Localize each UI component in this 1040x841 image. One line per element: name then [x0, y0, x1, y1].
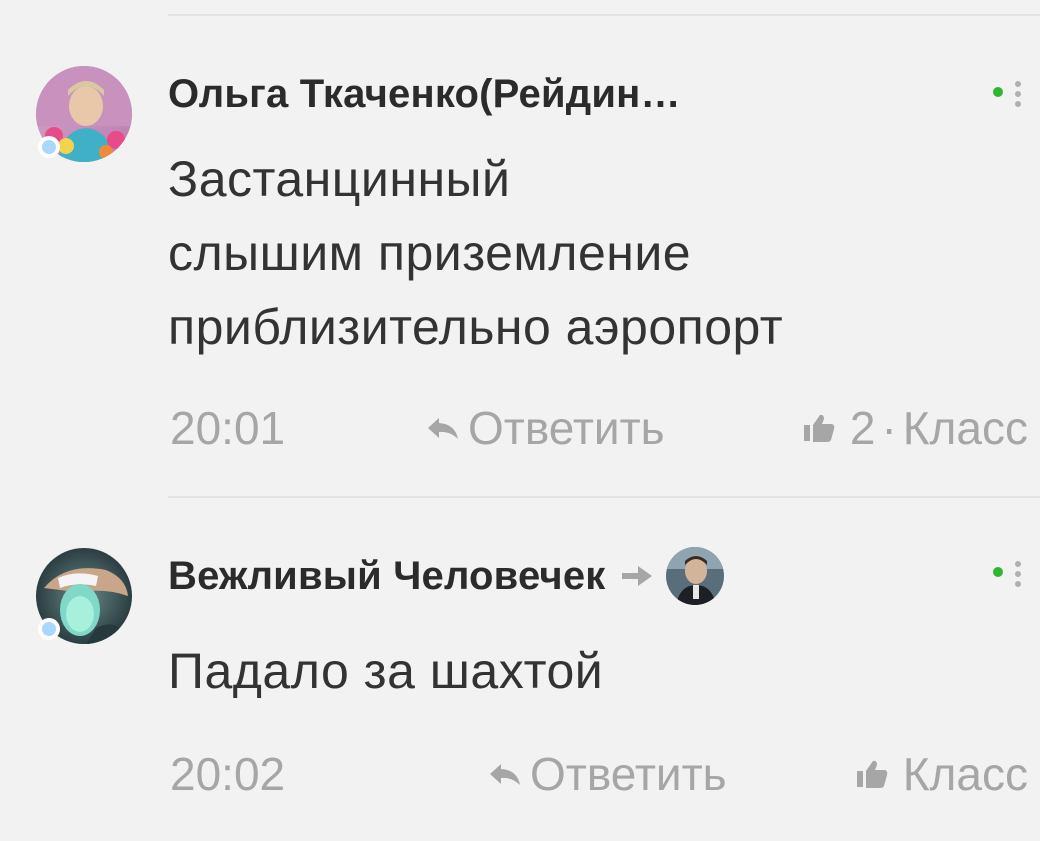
comment-text: Застанцинный слышим приземление приблизи… — [168, 142, 783, 364]
more-vertical-icon — [993, 561, 1021, 587]
comment-text-line: слышим приземление — [168, 225, 692, 281]
comment-menu-button[interactable] — [988, 76, 1028, 116]
divider-top — [168, 14, 1040, 16]
reply-label: Ответить — [530, 748, 727, 800]
comment-text-line: Падало за шахтой — [168, 643, 604, 699]
author-row: Вежливый Человечек — [168, 546, 724, 606]
comment-meta: 20:02 Ответить Класс — [168, 744, 1028, 804]
comment-menu-button[interactable] — [988, 556, 1028, 596]
more-vertical-icon — [993, 81, 1021, 107]
thumbs-up-icon — [856, 760, 888, 788]
comment-text-line: Застанцинный — [168, 151, 511, 207]
reply-button[interactable]: Ответить — [488, 744, 727, 804]
reply-arrow-icon — [490, 764, 520, 785]
comment-time: 20:01 — [170, 402, 286, 454]
like-label: Класс — [902, 402, 1028, 454]
reply-to-avatar[interactable] — [665, 547, 724, 605]
like-label: Класс — [902, 748, 1028, 800]
author-row: Ольга Ткаченко(Рейдин… — [168, 64, 681, 124]
comment-meta: 20:01 Ответить 2 · Класс — [168, 398, 1028, 458]
reply-label: Ответить — [468, 402, 665, 454]
like-button[interactable]: 2 · Класс — [802, 398, 1028, 458]
reply-arrow-icon — [428, 418, 458, 439]
comments-page: Ольга Ткаченко(Рейдин… Застанцинный слыш… — [0, 0, 1040, 841]
arrow-right-icon — [621, 566, 652, 586]
comment-text-line: приблизительно аэропорт — [168, 299, 784, 355]
presence-dot — [38, 618, 60, 640]
author-name[interactable]: Вежливый Человечек — [168, 554, 606, 599]
like-count: 2 — [849, 402, 876, 454]
like-button[interactable]: Класс — [855, 744, 1028, 804]
comment-time: 20:02 — [170, 748, 286, 800]
thumbs-up-icon — [803, 414, 835, 442]
presence-dot — [38, 136, 60, 158]
separator: · — [881, 402, 897, 454]
comment-text: Падало за шахтой — [168, 634, 603, 708]
divider-middle — [168, 496, 1040, 498]
reply-button[interactable]: Ответить — [426, 398, 665, 458]
author-name[interactable]: Ольга Ткаченко(Рейдин… — [168, 72, 681, 117]
